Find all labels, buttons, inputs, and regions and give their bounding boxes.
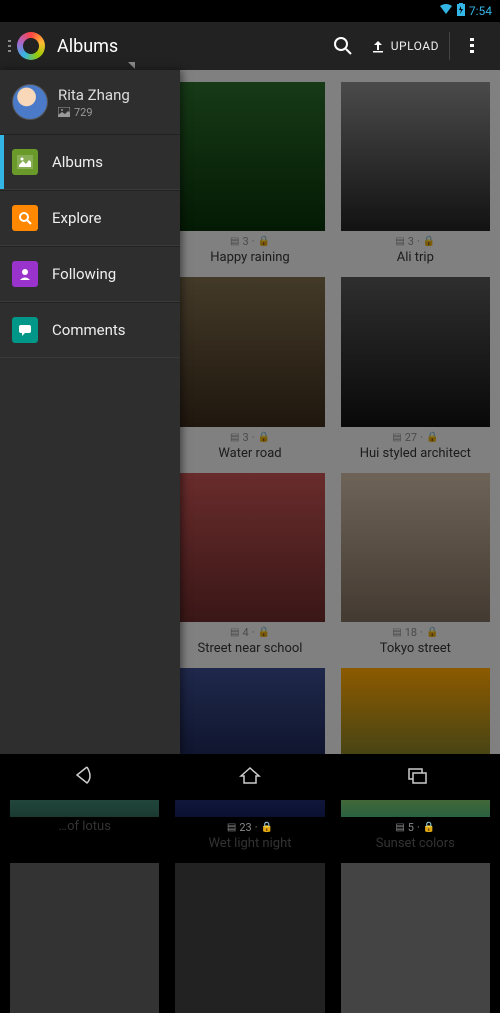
upload-icon <box>371 39 385 53</box>
nav-label: Following <box>52 265 116 283</box>
album-meta: ▤5·🔒 <box>395 821 435 834</box>
photo-icon: ▤ <box>395 822 404 833</box>
photo-icon <box>58 107 70 117</box>
following-icon <box>12 261 38 287</box>
search-button[interactable] <box>323 26 363 66</box>
album-thumbnail <box>175 863 324 1012</box>
album-title: …of lotus <box>58 819 111 834</box>
status-time: 7:54 <box>469 4 492 18</box>
app-logo-icon[interactable] <box>17 32 45 60</box>
upload-label: UPLOAD <box>391 39 439 53</box>
nav-item-albums[interactable]: Albums <box>0 134 180 190</box>
wifi-icon <box>439 3 453 19</box>
album-meta: ▤23·🔒 <box>227 821 273 834</box>
album-item[interactable] <box>341 863 490 1012</box>
album-thumbnail <box>341 863 490 1012</box>
upload-button[interactable]: UPLOAD <box>363 26 447 66</box>
menu-icon[interactable] <box>8 40 11 52</box>
profile-section[interactable]: Rita Zhang 729 <box>0 70 180 134</box>
system-nav-bar <box>0 754 500 800</box>
comments-icon <box>12 317 38 343</box>
avatar <box>12 84 48 120</box>
album-title: Wet light night <box>208 836 291 851</box>
nav-item-explore[interactable]: Explore <box>0 190 180 246</box>
lock-icon: 🔒 <box>261 822 273 833</box>
divider <box>449 32 450 60</box>
profile-name: Rita Zhang <box>58 86 130 104</box>
albums-icon <box>12 149 38 175</box>
nav-item-comments[interactable]: Comments <box>0 302 180 358</box>
nav-label: Explore <box>52 209 102 227</box>
album-thumbnail <box>10 863 159 1012</box>
album-title: Sunset colors <box>376 836 455 851</box>
page-title[interactable]: Albums <box>57 36 323 57</box>
profile-photo-count: 729 <box>58 106 130 119</box>
photo-icon: ▤ <box>227 822 236 833</box>
nav-label: Albums <box>52 153 103 171</box>
navigation-drawer: Rita Zhang 729 Albums Explore Following … <box>0 70 180 754</box>
nav-label: Comments <box>52 321 126 339</box>
app-bar: Albums UPLOAD <box>0 22 500 70</box>
search-icon <box>333 36 353 56</box>
explore-icon <box>12 205 38 231</box>
back-button[interactable] <box>69 761 97 793</box>
album-item[interactable] <box>175 863 324 1012</box>
album-item[interactable] <box>10 863 159 1012</box>
status-bar: 7:54 <box>0 0 500 22</box>
overflow-menu-button[interactable] <box>452 26 492 66</box>
nav-item-following[interactable]: Following <box>0 246 180 302</box>
home-button[interactable] <box>236 761 264 793</box>
dropdown-indicator-icon <box>128 62 135 69</box>
battery-icon <box>457 3 465 20</box>
recent-apps-button[interactable] <box>403 761 431 793</box>
lock-icon: 🔒 <box>423 822 435 833</box>
overflow-icon <box>470 38 474 54</box>
